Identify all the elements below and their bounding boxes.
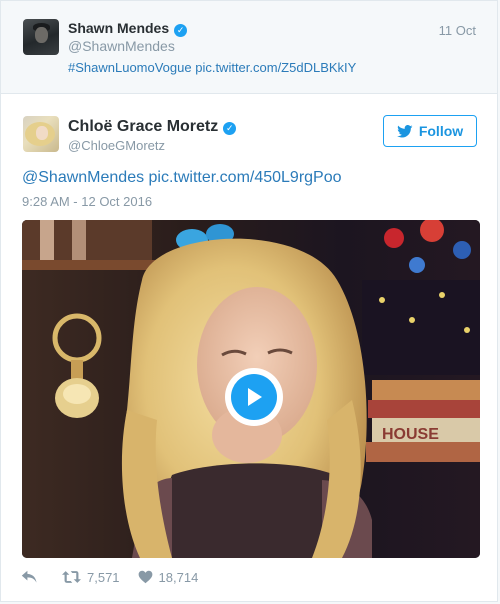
twitter-bird-icon	[396, 124, 413, 137]
verified-badge-icon: ✓	[174, 24, 188, 37]
quoted-author-handle[interactable]: @ShawnMendes	[68, 38, 175, 54]
tweet-actions: 7,571 18,714	[21, 567, 198, 587]
reply-button[interactable]	[21, 570, 38, 584]
play-icon	[231, 374, 277, 420]
chloe-moretz-avatar[interactable]	[23, 116, 59, 152]
follow-button-label: Follow	[418, 123, 464, 139]
tweet-text[interactable]: @ShawnMendes pic.twitter.com/450L9rgPoo	[22, 169, 342, 187]
quoted-author-name-text: Shawn Mendes	[68, 20, 170, 36]
tweet-timestamp[interactable]: 9:28 AM - 12 Oct 2016	[22, 194, 152, 209]
author-name-text: Chloë Grace Moretz	[68, 118, 219, 135]
tweet-media-gif[interactable]: HOUSE	[22, 220, 480, 558]
shawn-mendes-avatar[interactable]	[23, 19, 59, 55]
quoted-author-name[interactable]: Shawn Mendes ✓	[68, 20, 188, 37]
play-button[interactable]	[225, 368, 283, 426]
retweet-button[interactable]: 7,571	[62, 570, 120, 585]
quoted-tweet-text[interactable]: #ShawnLuomoVogue pic.twitter.com/Z5dDLBK…	[68, 60, 356, 75]
author-name[interactable]: Chloë Grace Moretz ✓	[68, 118, 237, 136]
like-button[interactable]: 18,714	[138, 569, 199, 585]
follow-button[interactable]: Follow	[383, 115, 477, 147]
retweet-icon	[62, 571, 81, 583]
svg-text:HOUSE: HOUSE	[382, 426, 439, 443]
quoted-tweet-date[interactable]: 11 Oct	[439, 23, 476, 38]
reply-icon	[21, 570, 37, 583]
retweet-count: 7,571	[87, 569, 120, 585]
quoted-tweet[interactable]: Shawn Mendes ✓ @ShawnMendes 11 Oct #Shawn…	[1, 1, 497, 94]
author-handle[interactable]: @ChloeGMoretz	[68, 138, 165, 153]
like-count: 18,714	[158, 569, 199, 585]
tweet-embed-card: Shawn Mendes ✓ @ShawnMendes 11 Oct #Shawn…	[0, 0, 498, 602]
verified-badge-icon: ✓	[223, 122, 237, 135]
heart-icon	[138, 570, 152, 584]
